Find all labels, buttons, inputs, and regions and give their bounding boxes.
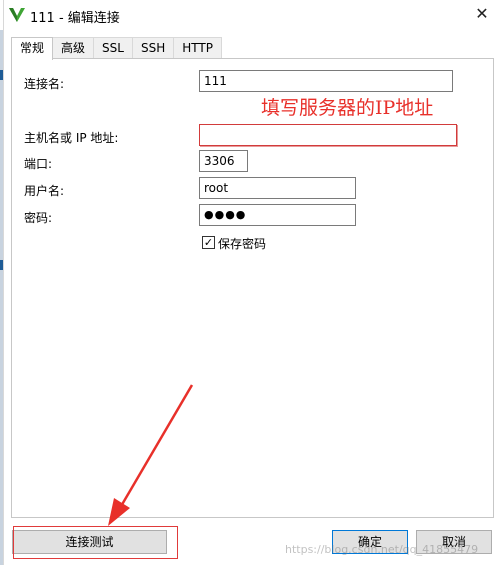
checkmark-icon: ✓	[203, 236, 214, 249]
close-button[interactable]: ✕	[467, 2, 497, 26]
connection-name-label: 连接名:	[24, 77, 65, 91]
connection-name-input[interactable]: 111	[199, 70, 453, 92]
tab-bar: 常规 高级 SSL SSH HTTP	[11, 37, 222, 60]
username-input[interactable]: root	[199, 177, 356, 199]
password-input[interactable]: ●●●●	[199, 204, 356, 226]
test-button-highlight-box	[13, 526, 178, 559]
save-password-checkbox[interactable]: ✓	[202, 236, 215, 249]
tab-general[interactable]: 常规	[11, 37, 54, 60]
edit-connection-dialog: 111 - 编辑连接 ✕ 常规 高级 SSL SSH HTTP 连接名: 111…	[3, 0, 500, 565]
tab-ssl[interactable]: SSL	[93, 37, 133, 59]
navicat-app-icon	[9, 8, 25, 22]
port-label: 端口:	[24, 157, 53, 171]
host-input[interactable]	[199, 124, 457, 146]
annotation-text: 填写服务器的IP地址	[261, 97, 434, 119]
close-icon: ✕	[475, 4, 489, 23]
tab-advanced[interactable]: 高级	[52, 37, 95, 59]
tab-http[interactable]: HTTP	[173, 37, 222, 59]
port-input[interactable]: 3306	[199, 150, 248, 172]
username-label: 用户名:	[24, 184, 65, 198]
watermark-text: https://blog.csdn.net/qq_41855479	[285, 543, 479, 556]
title-bar: 111 - 编辑连接 ✕	[4, 0, 500, 30]
save-password-label[interactable]: 保存密码	[218, 235, 266, 252]
window-title: 111 - 编辑连接	[30, 11, 120, 26]
host-label: 主机名或 IP 地址:	[24, 131, 119, 145]
tab-ssh[interactable]: SSH	[131, 37, 175, 59]
password-label: 密码:	[24, 211, 53, 225]
